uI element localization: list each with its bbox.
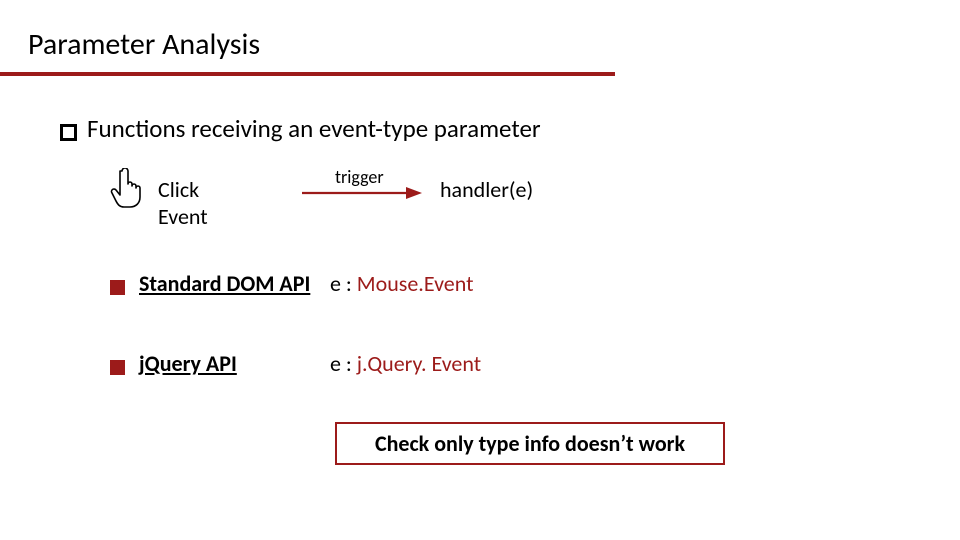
callout-box: Check only type info doesn’t work xyxy=(335,422,725,465)
dom-type: Mouse.Event xyxy=(357,270,474,297)
jquery-prefix: e : xyxy=(330,350,357,377)
dom-api-label: Standard DOM API xyxy=(139,270,310,297)
dom-prefix: e : xyxy=(330,270,357,297)
handler-label: handler(e) xyxy=(440,176,533,203)
jquery-api-row: jQuery API xyxy=(110,350,237,377)
solid-square-bullet-icon xyxy=(110,280,125,295)
jquery-type: j.Query. Event xyxy=(357,350,481,377)
slide-title: Parameter Analysis xyxy=(28,26,260,63)
jquery-api-label: jQuery API xyxy=(139,350,237,377)
title-underline xyxy=(0,72,615,76)
dom-api-row: Standard DOM API xyxy=(110,270,310,297)
main-bullet-row: Functions receiving an event-type parame… xyxy=(60,113,541,144)
jquery-api-value: e : j.Query. Event xyxy=(330,350,481,377)
dom-api-value: e : Mouse.Event xyxy=(330,270,473,297)
main-bullet-text: Functions receiving an event-type parame… xyxy=(87,113,541,144)
arrow-icon xyxy=(302,186,422,200)
solid-square-bullet-icon xyxy=(110,360,125,375)
hollow-square-bullet-icon xyxy=(60,124,77,141)
click-event-label: Click Event xyxy=(158,176,208,230)
slide: Parameter Analysis Functions receiving a… xyxy=(0,0,960,540)
trigger-label: trigger xyxy=(335,166,384,188)
pointer-hand-icon xyxy=(110,168,143,209)
